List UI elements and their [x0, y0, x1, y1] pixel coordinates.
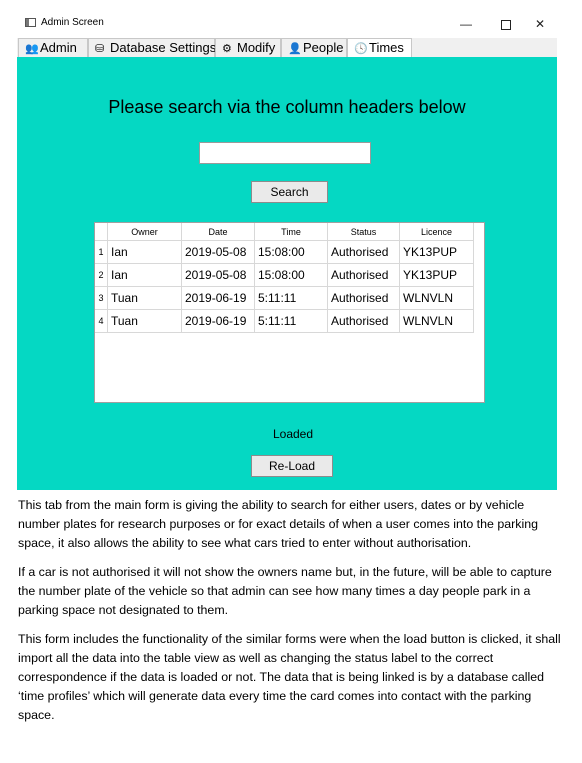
maximize-icon: [501, 19, 511, 30]
search-button[interactable]: Search: [251, 181, 328, 203]
window-title: Admin Screen: [41, 17, 104, 28]
status-cell[interactable]: Authorised: [327, 240, 400, 264]
times-table[interactable]: Owner Date Time Status Licence 1 Ian 201…: [94, 222, 485, 403]
corner-cell: [95, 223, 108, 241]
owner-cell[interactable]: Ian: [107, 263, 182, 287]
paragraph: If a car is not authorised it will not s…: [18, 565, 552, 617]
times-panel: Please search via the column headers bel…: [17, 57, 557, 490]
search-input[interactable]: [199, 142, 371, 164]
paragraph: This form includes the functionality of …: [18, 632, 561, 722]
tab-label: Admin: [40, 40, 77, 55]
tab-bar: 👥Admin ⛁ Database Settings ⚙ Modify 👤Peopl…: [17, 38, 557, 58]
time-cell[interactable]: 15:08:00: [254, 263, 328, 287]
table-row[interactable]: 3 Tuan 2019-06-19 5:11:11 Authorised WLN…: [95, 286, 474, 310]
admin-window: Admin Screen — ✕ 👥Admin ⛁ Database Settin…: [17, 10, 557, 490]
minimize-button[interactable]: —: [451, 14, 481, 34]
column-header-owner[interactable]: Owner: [107, 223, 182, 241]
reload-button[interactable]: Re-Load: [251, 455, 333, 477]
document-text: This tab from the main form is giving th…: [18, 496, 563, 735]
page-title: Please search via the column headers bel…: [108, 97, 466, 117]
status-cell[interactable]: Authorised: [327, 286, 400, 310]
tab-label: Modify: [237, 40, 276, 55]
title-bar: Admin Screen — ✕: [17, 10, 557, 38]
licence-cell[interactable]: WLNVLN: [399, 286, 474, 310]
tab-database-settings[interactable]: ⛁ Database Settings: [88, 38, 217, 57]
column-header-date[interactable]: Date: [181, 223, 255, 241]
row-number: 3: [95, 286, 108, 310]
column-header-status[interactable]: Status: [327, 223, 400, 241]
table-row[interactable]: 1 Ian 2019-05-08 15:08:00 Authorised YK1…: [95, 240, 474, 264]
status-label: Loaded: [272, 427, 314, 441]
tab-admin[interactable]: 👥Admin: [18, 38, 88, 57]
person-icon: 👤: [288, 43, 302, 55]
tab-people[interactable]: 👤People: [281, 38, 347, 57]
date-cell[interactable]: 2019-06-19: [181, 286, 255, 310]
licence-cell[interactable]: YK13PUP: [399, 240, 474, 264]
maximize-button[interactable]: [491, 14, 521, 34]
owner-cell[interactable]: Tuan: [107, 286, 182, 310]
row-number: 4: [95, 309, 108, 333]
close-button[interactable]: ✕: [525, 14, 555, 34]
paragraph: This tab from the main form is giving th…: [18, 498, 538, 550]
tab-modify[interactable]: ⚙ Modify: [215, 38, 281, 57]
row-number: 2: [95, 263, 108, 287]
table-row[interactable]: 4 Tuan 2019-06-19 5:11:11 Authorised WLN…: [95, 309, 474, 333]
tab-times[interactable]: 🕓Times: [347, 38, 412, 57]
tab-label: Database Settings: [110, 40, 217, 55]
date-cell[interactable]: 2019-06-19: [181, 309, 255, 333]
column-header-licence[interactable]: Licence: [399, 223, 474, 241]
licence-cell[interactable]: YK13PUP: [399, 263, 474, 287]
header-row: Owner Date Time Status Licence: [95, 223, 474, 241]
admin-icon: 👥: [25, 43, 39, 55]
time-cell[interactable]: 5:11:11: [254, 309, 328, 333]
column-header-time[interactable]: Time: [254, 223, 328, 241]
tab-label: People: [303, 40, 344, 55]
date-cell[interactable]: 2019-05-08: [181, 240, 255, 264]
owner-cell[interactable]: Tuan: [107, 309, 182, 333]
row-number: 1: [95, 240, 108, 264]
status-cell[interactable]: Authorised: [327, 309, 400, 333]
gear-icon: ⚙: [222, 43, 232, 55]
date-cell[interactable]: 2019-05-08: [181, 263, 255, 287]
status-cell[interactable]: Authorised: [327, 263, 400, 287]
licence-cell[interactable]: WLNVLN: [399, 309, 474, 333]
data-grid: Owner Date Time Status Licence 1 Ian 201…: [95, 223, 474, 333]
table-row[interactable]: 2 Ian 2019-05-08 15:08:00 Authorised YK1…: [95, 263, 474, 287]
owner-cell[interactable]: Ian: [107, 240, 182, 264]
tab-label: Times: [369, 40, 404, 55]
time-cell[interactable]: 5:11:11: [254, 286, 328, 310]
time-cell[interactable]: 15:08:00: [254, 240, 328, 264]
database-icon: ⛁: [95, 43, 105, 55]
app-icon: [25, 18, 36, 27]
clock-icon: 🕓: [354, 43, 368, 55]
